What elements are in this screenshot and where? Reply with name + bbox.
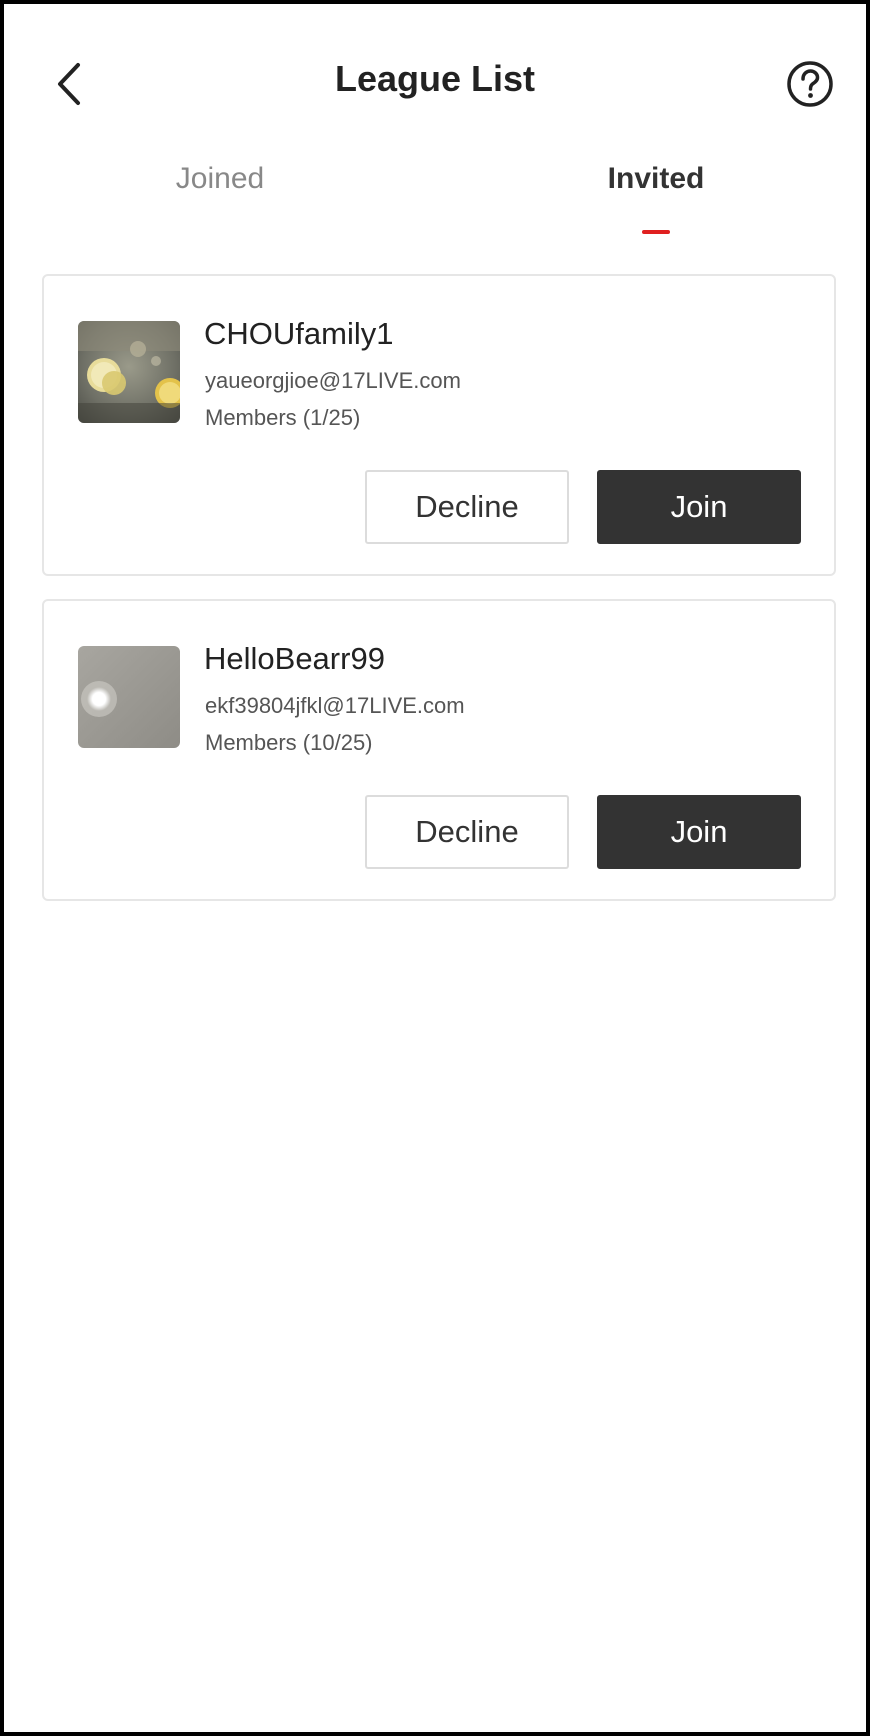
league-email: yaueorgjioe@17LIVE.com <box>205 368 461 393</box>
invitation-card: CHOUfamily1 yaueorgjioe@17LIVE.com Membe… <box>42 274 836 576</box>
league-name: HelloBearr99 <box>204 641 385 676</box>
league-members-count: Members (1/25) <box>205 405 361 430</box>
decline-button[interactable]: Decline <box>365 795 569 869</box>
league-avatar <box>78 321 180 423</box>
join-button[interactable]: Join <box>597 470 801 544</box>
league-name: CHOUfamily1 <box>204 316 394 351</box>
question-circle-icon <box>787 61 833 107</box>
page-title: League List <box>334 58 536 99</box>
league-avatar <box>78 646 180 748</box>
join-button[interactable]: Join <box>597 795 801 869</box>
league-email: ekf39804jfkl@17LIVE.com <box>205 693 465 718</box>
league-members-count: Members (10/25) <box>205 730 373 755</box>
active-tab-indicator <box>642 230 670 234</box>
back-button[interactable] <box>44 56 94 112</box>
help-button[interactable] <box>784 58 836 110</box>
invitation-card: HelloBearr99 ekf39804jfkl@17LIVE.com Mem… <box>42 599 836 901</box>
decline-button[interactable]: Decline <box>365 470 569 544</box>
screen: League List Joined Invited CHOUfamily1 y… <box>0 0 870 1736</box>
tab-invited[interactable]: Invited <box>556 162 756 210</box>
tab-joined[interactable]: Joined <box>120 162 320 210</box>
chevron-left-icon <box>58 63 80 105</box>
